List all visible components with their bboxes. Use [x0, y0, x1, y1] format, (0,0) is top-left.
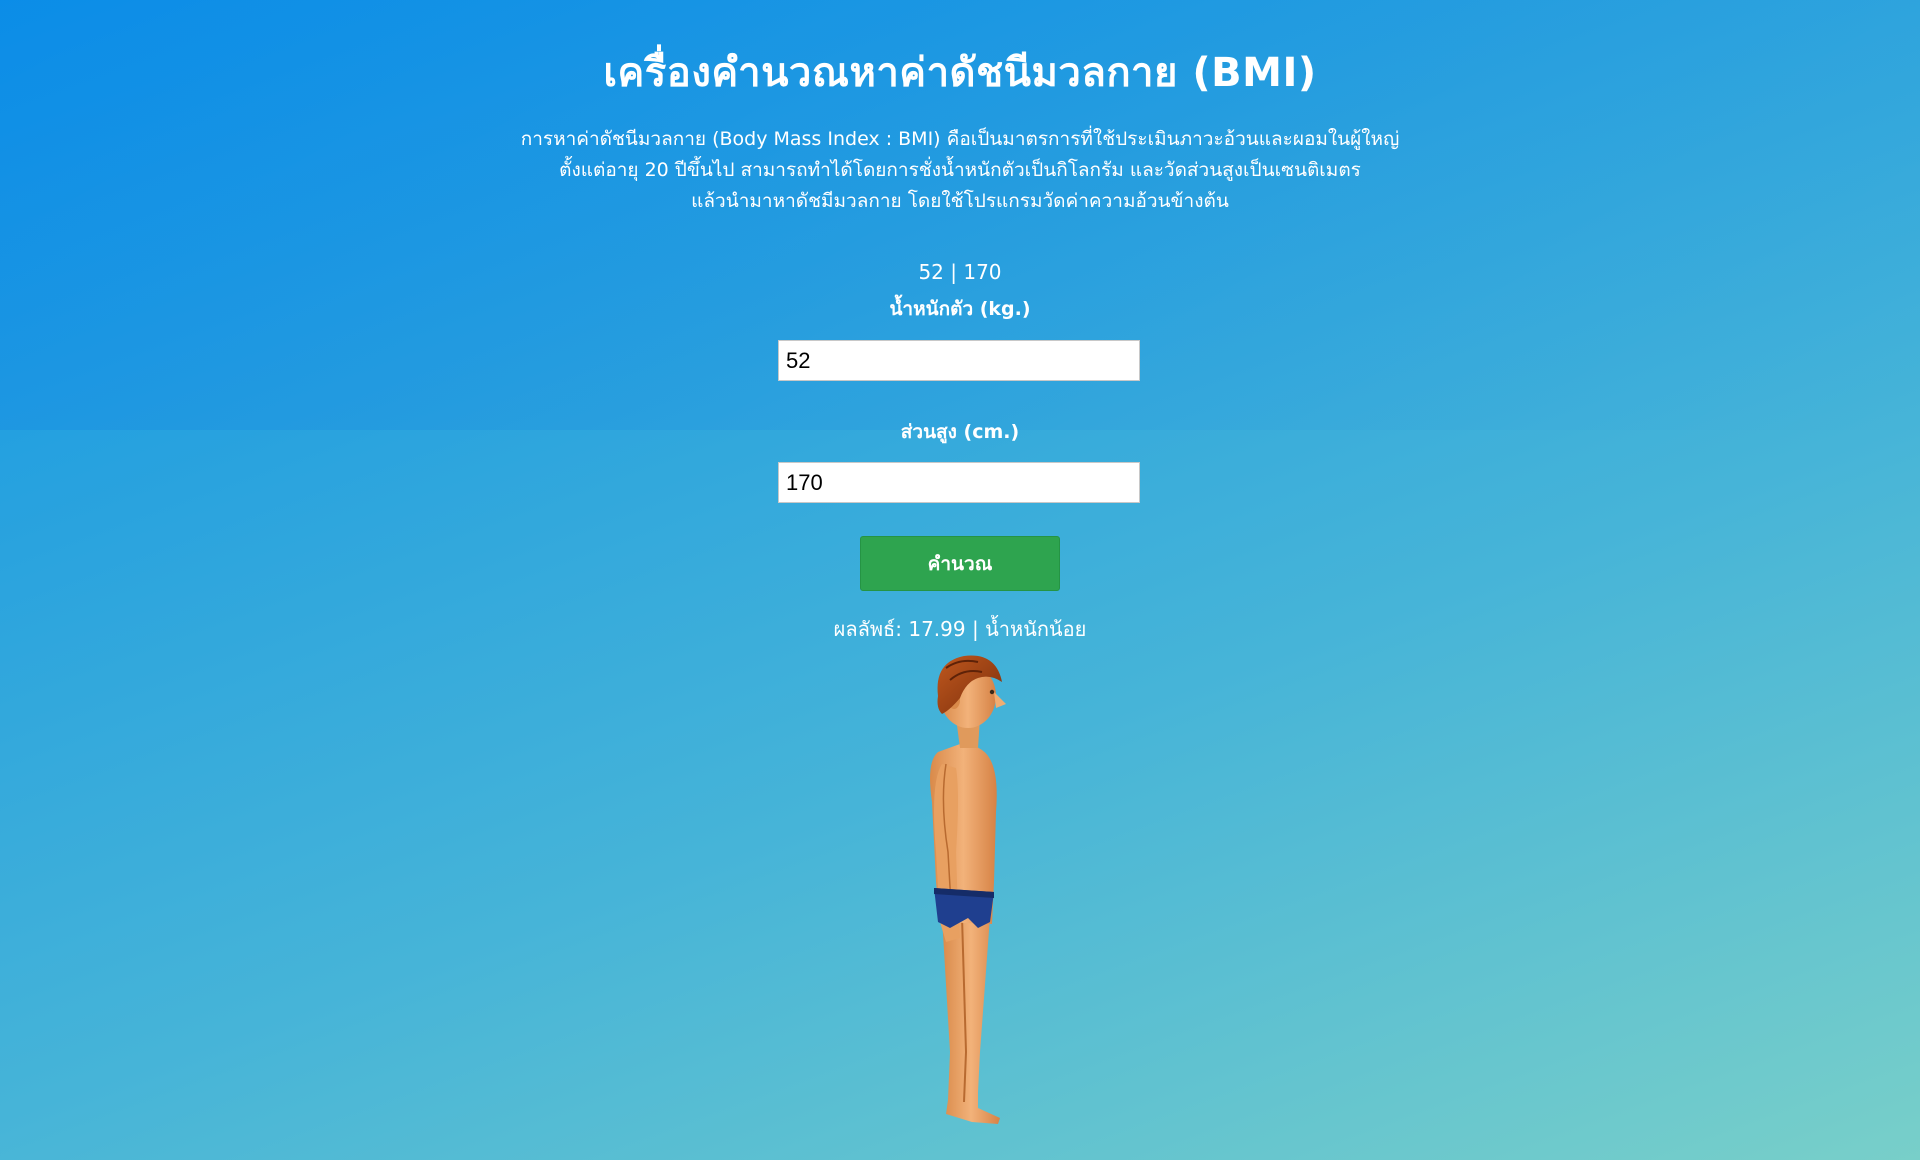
result-text: ผลลัพธ์: 17.99 | น้ำหนักน้อย: [833, 617, 1087, 641]
bmi-calculator-page: เครื่องคำนวณหาค่าดัชนีมวลกาย (BMI) การหา…: [0, 0, 1920, 1160]
description-line: ตั้งแต่อายุ 20 ปีขึ้นไป สามารถทำได้โดยกา…: [559, 159, 1361, 181]
calculate-button[interactable]: คำนวณ: [860, 536, 1060, 591]
description-line: การหาค่าดัชนีมวลกาย (Body Mass Index : B…: [520, 128, 1400, 150]
height-input[interactable]: [778, 462, 1140, 503]
description: การหาค่าดัชนีมวลกาย (Body Mass Index : B…: [500, 124, 1420, 217]
standing-person-figure: [930, 655, 1006, 1124]
description-line: แล้วนำมาหาดัชมีมวลกาย โดยใช้โปรแกรมวัดค่…: [691, 190, 1229, 212]
page-title: เครื่องคำนวณหาค่าดัชนีมวลกาย (BMI): [603, 50, 1317, 96]
weight-label: น้ำหนักตัว (kg.): [889, 298, 1031, 320]
values-readout: 52 | 170: [918, 260, 1002, 284]
weight-input[interactable]: [778, 340, 1140, 381]
height-label: ส่วนสูง (cm.): [900, 421, 1020, 443]
